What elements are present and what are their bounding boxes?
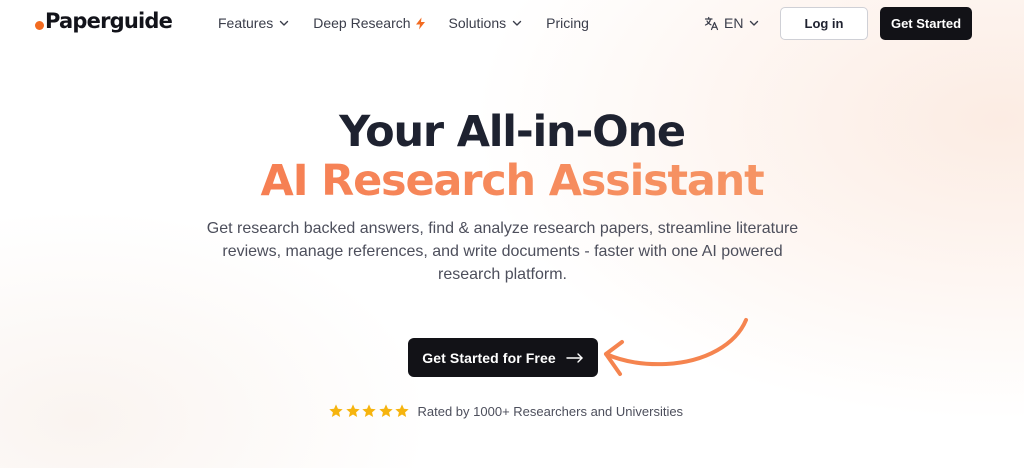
nav-item-solutions[interactable]: Solutions [449, 15, 524, 31]
nav-item-label: Deep Research [313, 15, 411, 31]
nav-item-pricing[interactable]: Pricing [546, 15, 589, 31]
translate-icon [704, 16, 719, 31]
chevron-down-icon [748, 17, 760, 29]
nav-links: Features Deep Research Solutions Pricing [218, 15, 589, 31]
logo-dot [35, 21, 44, 30]
nav-item-label: Pricing [546, 15, 589, 31]
star-rating [328, 403, 411, 419]
login-button[interactable]: Log in [780, 7, 868, 40]
star-icon [378, 403, 394, 419]
chevron-down-icon [511, 17, 523, 29]
lightning-bolt-icon [415, 17, 426, 30]
hero-subtitle: Get research backed answers, find & anal… [206, 220, 799, 283]
rating-row: Rated by 1000+ Researchers and Universit… [328, 403, 683, 419]
get-started-button[interactable]: Get Started [880, 7, 972, 40]
chevron-down-icon [278, 17, 290, 29]
star-icon [328, 403, 344, 419]
get-started-free-button[interactable]: Get Started for Free [408, 338, 598, 377]
nav-item-deep-research[interactable]: Deep Research [313, 15, 425, 31]
language-label: EN [724, 15, 744, 31]
top-navbar: Paperguide Features Deep Research Soluti… [0, 0, 1024, 47]
star-icon [345, 403, 361, 419]
cta-label: Get Started for Free [422, 349, 556, 366]
hero-title-line2: AI Research Assistant [0, 156, 1024, 206]
logo-text: Paperguide [45, 9, 173, 33]
language-selector[interactable]: EN [704, 15, 760, 31]
hero-title-line1: Your All-in-One [339, 107, 686, 157]
nav-item-label: Features [218, 15, 274, 31]
star-icon [361, 403, 377, 419]
brand-logo[interactable]: Paperguide [35, 9, 173, 33]
nav-item-features[interactable]: Features [218, 15, 290, 31]
arrow-right-icon [566, 352, 584, 363]
star-icon [394, 403, 410, 419]
rating-text: Rated by 1000+ Researchers and Universit… [417, 403, 684, 419]
nav-item-label: Solutions [448, 15, 507, 31]
curved-arrow-icon [596, 312, 756, 389]
